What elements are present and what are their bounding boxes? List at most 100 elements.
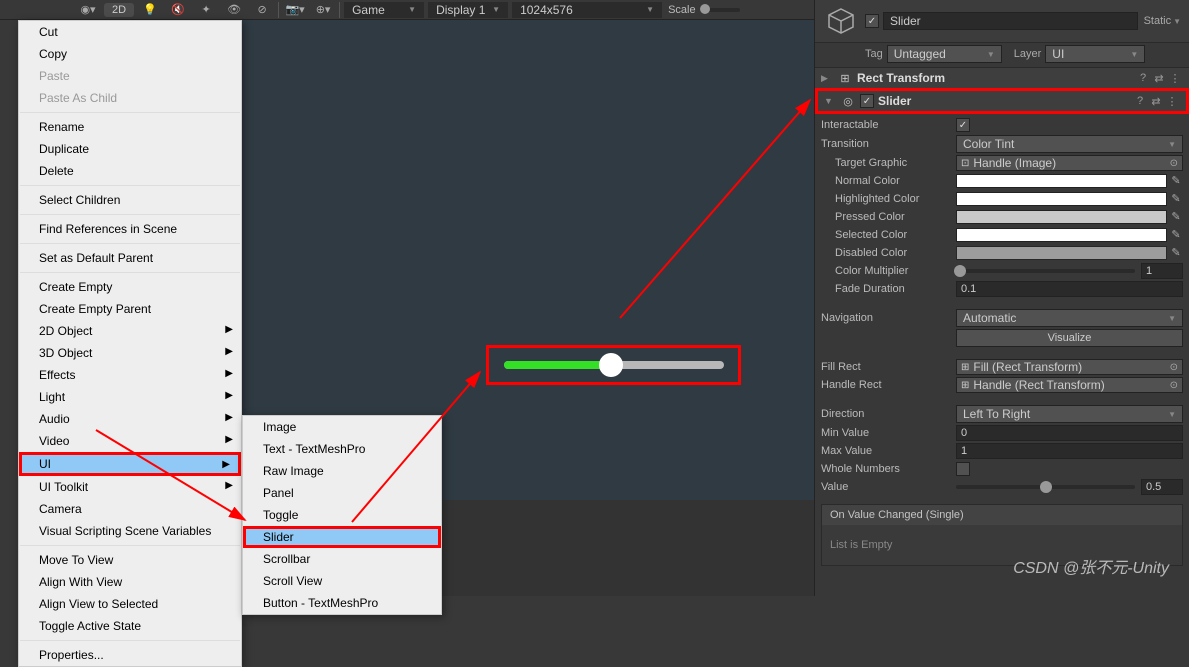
more-icon[interactable]: ⋮ xyxy=(1164,95,1180,108)
static-dropdown-icon[interactable]: ▼ xyxy=(1173,17,1181,26)
gameobject-name-input[interactable] xyxy=(883,12,1138,30)
highlighted-color-swatch[interactable] xyxy=(956,192,1167,206)
event-header: On Value Changed (Single) xyxy=(822,505,1182,525)
fill-rect-label: Fill Rect xyxy=(821,361,956,373)
menu-create-empty[interactable]: Create Empty xyxy=(19,276,241,298)
lighting-icon[interactable]: 💡 xyxy=(136,1,164,19)
scale-label: Scale xyxy=(664,4,700,16)
slider-component: ▼ ◎ Slider ? ⇄ ⋮ xyxy=(815,88,1189,114)
slider-track xyxy=(504,361,724,369)
menu-create-empty-parent[interactable]: Create Empty Parent xyxy=(19,298,241,320)
menu-select-children[interactable]: Select Children xyxy=(19,189,241,211)
visibility-icon[interactable]: 👁 xyxy=(220,1,248,19)
gizmo-icon[interactable]: ⊕▾ xyxy=(309,1,337,19)
menu-align-with-view[interactable]: Align With View xyxy=(19,571,241,593)
menu-align-view-to[interactable]: Align View to Selected xyxy=(19,593,241,615)
color-multiplier-slider[interactable] xyxy=(956,269,1135,273)
menu-video[interactable]: Video▶ xyxy=(19,430,241,452)
navigation-dropdown[interactable]: Automatic▼ xyxy=(956,309,1183,327)
submenu-button-tmp[interactable]: Button - TextMeshPro xyxy=(243,592,441,614)
disabled-color-swatch[interactable] xyxy=(956,246,1167,260)
color-multiplier-input[interactable] xyxy=(1141,263,1183,279)
menu-effects[interactable]: Effects▶ xyxy=(19,364,241,386)
fade-duration-input[interactable] xyxy=(956,281,1183,297)
fill-rect-field[interactable]: ⊞Fill (Rect Transform)⊙ xyxy=(956,359,1183,375)
interactable-checkbox[interactable] xyxy=(956,118,970,132)
slider-preview[interactable] xyxy=(486,345,741,385)
transition-label: Transition xyxy=(821,138,956,150)
inspector-header: Static ▼ xyxy=(815,0,1189,43)
menu-set-default-parent[interactable]: Set as Default Parent xyxy=(19,247,241,269)
shading-mode-icon[interactable]: ◉▾ xyxy=(74,1,102,19)
eyedropper-icon[interactable]: ✎ xyxy=(1169,246,1183,260)
transition-dropdown[interactable]: Color Tint▼ xyxy=(956,135,1183,153)
value-slider[interactable] xyxy=(956,485,1135,489)
camera-icon[interactable]: 📷▾ xyxy=(281,1,309,19)
menu-find-refs[interactable]: Find References in Scene xyxy=(19,218,241,240)
resolution-dropdown[interactable]: 1024x576▼ xyxy=(512,2,662,18)
whole-numbers-checkbox[interactable] xyxy=(956,462,970,476)
menu-2d-object[interactable]: 2D Object▶ xyxy=(19,320,241,342)
selected-color-swatch[interactable] xyxy=(956,228,1167,242)
tag-dropdown[interactable]: Untagged▼ xyxy=(887,45,1002,63)
menu-cut[interactable]: Cut xyxy=(19,21,241,43)
visibility-off-icon[interactable]: ⊘ xyxy=(248,1,276,19)
help-icon[interactable]: ? xyxy=(1132,95,1148,107)
display-dropdown[interactable]: Display 1▼ xyxy=(428,2,508,18)
direction-dropdown[interactable]: Left To Right▼ xyxy=(956,405,1183,423)
submenu-raw-image[interactable]: Raw Image xyxy=(243,460,441,482)
eyedropper-icon[interactable]: ✎ xyxy=(1169,210,1183,224)
menu-duplicate[interactable]: Duplicate xyxy=(19,138,241,160)
value-label: Value xyxy=(821,481,956,493)
eyedropper-icon[interactable]: ✎ xyxy=(1169,192,1183,206)
fold-icon[interactable]: ▶ xyxy=(821,73,833,84)
audio-icon[interactable]: 🔇 xyxy=(164,1,192,19)
menu-copy[interactable]: Copy xyxy=(19,43,241,65)
menu-audio[interactable]: Audio▶ xyxy=(19,408,241,430)
submenu-slider[interactable]: Slider xyxy=(243,526,441,548)
visualize-button[interactable]: Visualize xyxy=(956,329,1183,347)
submenu-image[interactable]: Image xyxy=(243,416,441,438)
handle-rect-field[interactable]: ⊞Handle (Rect Transform)⊙ xyxy=(956,377,1183,393)
pressed-color-swatch[interactable] xyxy=(956,210,1167,224)
menu-light[interactable]: Light▶ xyxy=(19,386,241,408)
menu-paste: Paste xyxy=(19,65,241,87)
menu-3d-object[interactable]: 3D Object▶ xyxy=(19,342,241,364)
eyedropper-icon[interactable]: ✎ xyxy=(1169,228,1183,242)
menu-delete[interactable]: Delete xyxy=(19,160,241,182)
submenu-toggle[interactable]: Toggle xyxy=(243,504,441,526)
min-value-input[interactable] xyxy=(956,425,1183,441)
slider-handle[interactable] xyxy=(599,353,623,377)
menu-ui[interactable]: UI▶ xyxy=(19,452,241,476)
menu-camera[interactable]: Camera xyxy=(19,498,241,520)
preset-icon[interactable]: ⇄ xyxy=(1151,72,1167,85)
more-icon[interactable]: ⋮ xyxy=(1167,72,1183,85)
component-enabled-checkbox[interactable] xyxy=(860,94,874,108)
submenu-panel[interactable]: Panel xyxy=(243,482,441,504)
static-label: Static xyxy=(1144,15,1172,27)
menu-properties[interactable]: Properties... xyxy=(19,644,241,666)
eyedropper-icon[interactable]: ✎ xyxy=(1169,174,1183,188)
fx-icon[interactable]: ✦ xyxy=(192,1,220,19)
menu-toggle-active[interactable]: Toggle Active State xyxy=(19,615,241,637)
menu-ui-toolkit[interactable]: UI Toolkit▶ xyxy=(19,476,241,498)
max-value-input[interactable] xyxy=(956,443,1183,459)
fold-icon[interactable]: ▼ xyxy=(824,96,836,106)
submenu-scroll-view[interactable]: Scroll View xyxy=(243,570,441,592)
menu-rename[interactable]: Rename xyxy=(19,116,241,138)
gameobject-active-checkbox[interactable] xyxy=(865,14,879,28)
2d-toggle[interactable]: 2D xyxy=(104,3,134,17)
value-input[interactable] xyxy=(1141,479,1183,495)
target-graphic-field[interactable]: ⊡Handle (Image)⊙ xyxy=(956,155,1183,171)
view-tab-dropdown[interactable]: Game▼ xyxy=(344,2,424,18)
submenu-scrollbar[interactable]: Scrollbar xyxy=(243,548,441,570)
preset-icon[interactable]: ⇄ xyxy=(1148,95,1164,108)
layer-dropdown[interactable]: UI▼ xyxy=(1045,45,1145,63)
menu-visual-scripting[interactable]: Visual Scripting Scene Variables xyxy=(19,520,241,542)
scale-slider[interactable] xyxy=(700,8,740,12)
normal-color-swatch[interactable] xyxy=(956,174,1167,188)
navigation-label: Navigation xyxy=(821,312,956,324)
submenu-text-tmp[interactable]: Text - TextMeshPro xyxy=(243,438,441,460)
menu-move-to-view[interactable]: Move To View xyxy=(19,549,241,571)
help-icon[interactable]: ? xyxy=(1135,72,1151,84)
